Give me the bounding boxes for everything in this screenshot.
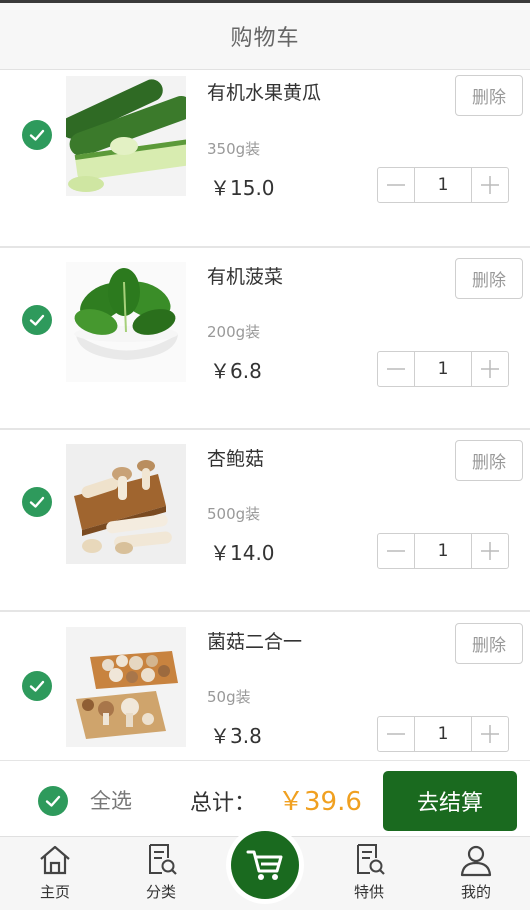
tab-home[interactable]: 主页 [15, 841, 95, 907]
plus-button[interactable] [471, 352, 508, 386]
checkmark-icon [29, 314, 45, 326]
cart-list[interactable]: 有机水果黄瓜 350g装 ￥15.0 删除 1 有机菠菜 200g装 ￥6.8 … [0, 70, 530, 760]
cart-summary-bar: 全选 总计： ￥39.6 去结算 [0, 760, 530, 836]
checkmark-icon [29, 496, 45, 508]
item-checkbox[interactable] [22, 120, 52, 150]
checkmark-icon [45, 795, 61, 807]
plus-icon [481, 725, 499, 743]
tab-cart[interactable] [226, 826, 304, 904]
item-spec: 500g装 [207, 505, 261, 523]
item-spec: 350g装 [207, 140, 261, 158]
spinach-image[interactable] [66, 262, 186, 382]
delete-button[interactable]: 删除 [455, 440, 523, 481]
quantity-stepper: 1 [377, 167, 509, 203]
cart-item: 有机水果黄瓜 350g装 ￥15.0 删除 1 [0, 70, 530, 248]
quantity-value[interactable]: 1 [415, 717, 471, 751]
tab-label: 主页 [39, 883, 70, 901]
minus-icon [387, 550, 405, 552]
delete-button[interactable]: 删除 [455, 75, 523, 116]
plus-icon [481, 542, 499, 560]
checkout-button[interactable]: 去结算 [383, 771, 517, 831]
item-price: ￥15.0 [210, 176, 275, 200]
cart-button[interactable] [231, 831, 299, 899]
item-price: ￥6.8 [210, 359, 262, 383]
page-title: 购物车 [230, 26, 300, 51]
minus-button[interactable] [378, 717, 415, 751]
checkmark-icon [29, 129, 45, 141]
item-spec: 50g装 [207, 688, 251, 706]
delete-button[interactable]: 删除 [455, 623, 523, 664]
select-all-label[interactable]: 全选 [90, 785, 132, 815]
item-name: 有机水果黄瓜 [207, 82, 322, 104]
item-checkbox[interactable] [22, 305, 52, 335]
total-value: ￥39.6 [278, 787, 362, 817]
quantity-stepper: 1 [377, 716, 509, 752]
plus-icon [481, 176, 499, 194]
plus-button[interactable] [471, 717, 508, 751]
minus-icon [387, 184, 405, 186]
item-name: 杏鲍菇 [207, 448, 265, 470]
quantity-stepper: 1 [377, 533, 509, 569]
item-name: 有机菠菜 [207, 266, 284, 288]
user-icon [460, 845, 492, 877]
tab-label: 分类 [145, 883, 176, 901]
item-name: 菌菇二合一 [207, 631, 303, 653]
quantity-value[interactable]: 1 [415, 352, 471, 386]
checkmark-icon [29, 680, 45, 692]
item-checkbox[interactable] [22, 671, 52, 701]
tab-label: 我的 [460, 883, 491, 901]
cart-item: 杏鲍菇 500g装 ￥14.0 删除 1 [0, 432, 530, 612]
cucumber-image[interactable] [66, 76, 186, 196]
tab-mine[interactable]: 我的 [436, 841, 516, 907]
tab-label: 特供 [353, 883, 384, 901]
minus-icon [387, 733, 405, 735]
app-header: 购物车 [0, 0, 530, 70]
minus-button[interactable] [378, 168, 415, 202]
king-oyster-mushroom-image[interactable] [66, 444, 186, 564]
cart-item: 菌菇二合一 50g装 ￥3.8 删除 1 [0, 615, 530, 760]
item-checkbox[interactable] [22, 487, 52, 517]
tab-category[interactable]: 分类 [121, 841, 201, 907]
total-label: 总计： [190, 791, 257, 816]
category-search-icon [149, 844, 177, 875]
mushroom-combo-image[interactable] [66, 627, 186, 747]
quantity-value[interactable]: 1 [415, 168, 471, 202]
special-search-icon [357, 844, 385, 875]
minus-icon [387, 368, 405, 370]
plus-icon [481, 360, 499, 378]
cart-icon [246, 850, 283, 880]
minus-button[interactable] [378, 534, 415, 568]
cart-item: 有机菠菜 200g装 ￥6.8 删除 1 [0, 250, 530, 430]
item-price: ￥14.0 [210, 541, 275, 565]
home-icon [40, 845, 70, 875]
minus-button[interactable] [378, 352, 415, 386]
delete-button[interactable]: 删除 [455, 258, 523, 299]
plus-button[interactable] [471, 168, 508, 202]
quantity-value[interactable]: 1 [415, 534, 471, 568]
item-spec: 200g装 [207, 323, 261, 341]
select-all-checkbox[interactable] [38, 786, 68, 816]
item-price: ￥3.8 [210, 724, 262, 748]
tab-special[interactable]: 特供 [329, 841, 409, 907]
plus-button[interactable] [471, 534, 508, 568]
quantity-stepper: 1 [377, 351, 509, 387]
